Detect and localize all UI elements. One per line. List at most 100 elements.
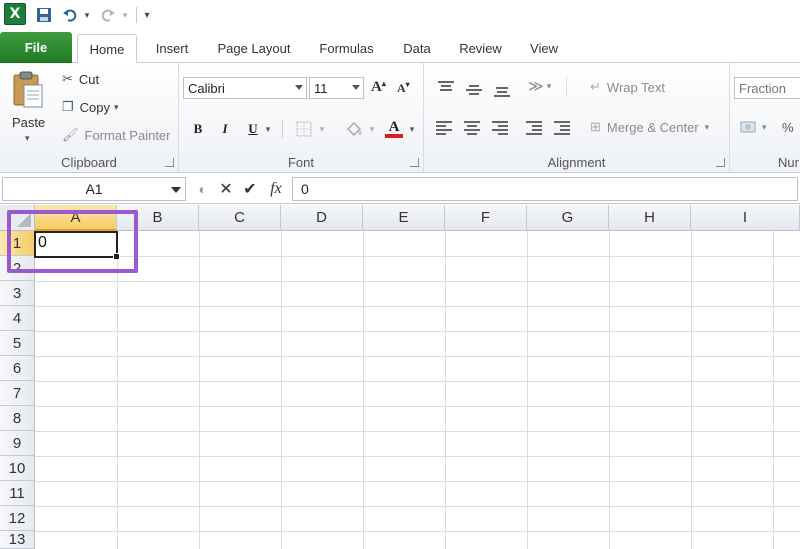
column-header-g[interactable]: G bbox=[527, 205, 609, 231]
enter-entry-icon[interactable]: ✔ bbox=[240, 178, 260, 200]
align-middle-icon[interactable] bbox=[466, 85, 482, 99]
column-header-d[interactable]: D bbox=[281, 205, 363, 231]
quick-access-toolbar: X ▾ ▾ ▾ bbox=[0, 0, 800, 30]
align-center-icon[interactable] bbox=[464, 121, 480, 135]
column-header-h[interactable]: H bbox=[609, 205, 691, 231]
scissors-icon: ✂ bbox=[62, 71, 73, 86]
format-painter-button[interactable]: 🖌 Format Painter bbox=[62, 127, 171, 143]
borders-dropdown-icon[interactable]: ▾ bbox=[317, 118, 327, 140]
column-header-c[interactable]: C bbox=[199, 205, 281, 231]
gridline bbox=[35, 331, 800, 332]
tab-review[interactable]: Review bbox=[450, 34, 511, 63]
copy-button[interactable]: ❐ Copy ▾ bbox=[62, 99, 119, 115]
row-header-9[interactable]: 9 bbox=[0, 431, 35, 456]
font-name-dropdown-icon[interactable] bbox=[295, 85, 303, 90]
row-header-10[interactable]: 10 bbox=[0, 456, 35, 481]
font-color-dropdown-icon[interactable]: ▾ bbox=[407, 118, 417, 140]
orientation-icon[interactable]: ≫ ▾ bbox=[528, 77, 551, 95]
redo-icon[interactable] bbox=[98, 5, 118, 25]
gridline bbox=[527, 231, 528, 549]
gridline bbox=[281, 231, 282, 549]
merge-center-dropdown-icon[interactable]: ▾ bbox=[705, 122, 710, 133]
underline-dropdown-icon[interactable]: ▾ bbox=[263, 118, 273, 140]
font-group-label: Font bbox=[287, 155, 314, 170]
paste-button[interactable]: Paste bbox=[12, 115, 45, 130]
worksheet-grid[interactable]: A B C D E F G H I 1 2 3 4 5 6 7 8 9 10 1… bbox=[0, 205, 800, 549]
undo-dropdown-icon[interactable]: ▾ bbox=[82, 5, 92, 25]
column-header-e[interactable]: E bbox=[363, 205, 445, 231]
font-group: Calibri 11 A ▴ A ▾ B I U ▾ ▾ ▾ A ▾ Font bbox=[179, 63, 424, 173]
font-color-button[interactable]: A bbox=[384, 118, 404, 140]
align-right-icon[interactable] bbox=[492, 121, 508, 135]
redo-dropdown-icon[interactable]: ▾ bbox=[120, 5, 130, 25]
name-box-dropdown-icon[interactable] bbox=[171, 187, 181, 193]
paste-icon[interactable] bbox=[10, 69, 50, 109]
borders-icon[interactable] bbox=[294, 118, 314, 140]
row-header-7[interactable]: 7 bbox=[0, 381, 35, 406]
brush-icon: 🖌 bbox=[62, 127, 79, 142]
font-launcher-icon[interactable] bbox=[410, 158, 419, 167]
customize-qat-icon[interactable]: ▾ bbox=[141, 5, 153, 25]
row-header-8[interactable]: 8 bbox=[0, 406, 35, 431]
column-header-i[interactable]: I bbox=[691, 205, 800, 231]
cancel-entry-icon[interactable]: ✕ bbox=[216, 178, 236, 200]
decrease-indent-icon[interactable] bbox=[526, 121, 542, 135]
font-size-dropdown-icon[interactable] bbox=[352, 85, 360, 90]
formula-value: 0 bbox=[301, 181, 309, 197]
formula-bar-grip-icon[interactable]: ◖ bbox=[192, 178, 210, 200]
cut-button[interactable]: ✂ Cut bbox=[62, 71, 99, 87]
copy-dropdown-icon[interactable]: ▾ bbox=[114, 102, 119, 113]
row-header-5[interactable]: 5 bbox=[0, 331, 35, 356]
gridline bbox=[35, 531, 800, 532]
insert-function-button[interactable]: fx bbox=[264, 178, 288, 200]
tab-insert[interactable]: Insert bbox=[145, 34, 199, 63]
row-header-6[interactable]: 6 bbox=[0, 356, 35, 381]
merge-center-button[interactable]: ⊞ Merge & Center ▾ bbox=[590, 119, 709, 135]
percent-style-button[interactable]: % bbox=[782, 120, 794, 135]
column-header-f[interactable]: F bbox=[445, 205, 527, 231]
format-painter-label: Format Painter bbox=[84, 127, 171, 143]
clipboard-launcher-icon[interactable] bbox=[165, 158, 174, 167]
gridline bbox=[363, 231, 364, 549]
fill-color-icon[interactable] bbox=[344, 118, 364, 140]
tab-formulas[interactable]: Formulas bbox=[309, 34, 384, 63]
row-header-4[interactable]: 4 bbox=[0, 306, 35, 331]
excel-icon[interactable]: X bbox=[4, 3, 26, 25]
tab-data[interactable]: Data bbox=[393, 34, 441, 63]
tab-file[interactable]: File bbox=[0, 32, 72, 63]
save-icon[interactable] bbox=[34, 5, 54, 25]
fill-color-dropdown-icon[interactable]: ▾ bbox=[367, 118, 377, 140]
number-format-combo[interactable]: Fraction bbox=[734, 77, 800, 99]
row-header-12[interactable]: 12 bbox=[0, 506, 35, 531]
shrink-font-icon[interactable]: A ▾ bbox=[397, 80, 410, 96]
italic-button[interactable]: I bbox=[217, 118, 233, 140]
align-top-icon[interactable] bbox=[438, 81, 454, 95]
font-size-combo[interactable]: 11 bbox=[309, 77, 364, 99]
gridline bbox=[773, 231, 774, 549]
undo-icon[interactable] bbox=[60, 5, 80, 25]
tab-page-layout[interactable]: Page Layout bbox=[208, 34, 300, 63]
align-bottom-icon[interactable] bbox=[494, 87, 510, 101]
formula-input[interactable]: 0 bbox=[292, 177, 798, 201]
paste-dropdown-icon[interactable]: ▾ bbox=[25, 133, 30, 144]
clipboard-group-label: Clipboard bbox=[61, 155, 117, 170]
row-header-13[interactable]: 13 bbox=[0, 531, 35, 549]
name-box[interactable]: A1 bbox=[2, 177, 186, 201]
row-header-11[interactable]: 11 bbox=[0, 481, 35, 506]
wrap-text-button[interactable]: ↵ Wrap Text bbox=[590, 79, 665, 95]
gridline bbox=[609, 231, 610, 549]
gridline bbox=[199, 231, 200, 549]
underline-button[interactable]: U bbox=[245, 118, 261, 140]
align-left-icon[interactable] bbox=[436, 121, 452, 135]
alignment-launcher-icon[interactable] bbox=[716, 158, 725, 167]
merge-center-icon: ⊞ bbox=[590, 119, 601, 134]
bold-button[interactable]: B bbox=[189, 118, 207, 140]
increase-indent-icon[interactable] bbox=[554, 121, 570, 135]
tab-view[interactable]: View bbox=[520, 34, 568, 63]
gridline bbox=[35, 256, 800, 257]
row-header-3[interactable]: 3 bbox=[0, 281, 35, 306]
tab-home[interactable]: Home bbox=[77, 34, 137, 64]
grow-font-icon[interactable]: A ▴ bbox=[371, 79, 386, 96]
accounting-format-icon[interactable]: ▾ bbox=[740, 119, 767, 135]
font-name-combo[interactable]: Calibri bbox=[183, 77, 307, 99]
